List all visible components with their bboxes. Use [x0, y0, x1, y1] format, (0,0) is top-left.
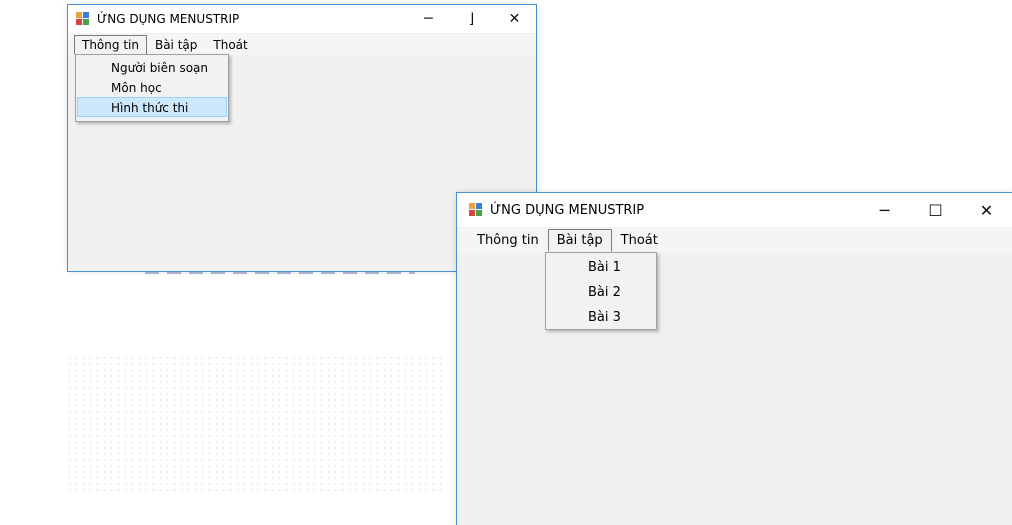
minimize-button[interactable]: ─: [407, 5, 450, 33]
title-bar[interactable]: ỨNG DỤNG MENUSTRIP ─ ☐ ✕: [457, 193, 1012, 227]
maximize-button[interactable]: ☐: [910, 193, 961, 227]
background-pattern: [66, 355, 446, 495]
close-button[interactable]: ✕: [961, 193, 1012, 227]
menu-item-bai-3[interactable]: Bài 3: [547, 305, 655, 330]
menu-item-bai-1[interactable]: Bài 1: [547, 255, 655, 280]
menu-strip: Thông tin Bài tập Thoát: [457, 228, 1012, 253]
app-icon: [76, 12, 90, 26]
bai-tap-dropdown: Bài 1 Bài 2 Bài 3: [545, 252, 657, 330]
menu-thoat[interactable]: Thoát: [205, 35, 255, 55]
menu-item-bai-2[interactable]: Bài 2: [547, 280, 655, 305]
menu-bai-tap[interactable]: Bài tập: [547, 229, 612, 252]
title-bar[interactable]: ỨNG DỤNG MENUSTRIP ─ ⌋ ✕: [68, 5, 536, 33]
window-title: ỨNG DỤNG MENUSTRIP: [490, 202, 645, 218]
close-button[interactable]: ✕: [493, 5, 536, 33]
menu-bai-tap[interactable]: Bài tập: [147, 35, 205, 55]
menu-item-mon-hoc[interactable]: Môn học: [77, 77, 227, 97]
form-window-2: ỨNG DỤNG MENUSTRIP ─ ☐ ✕ Thông tin Bài t…: [456, 192, 1012, 525]
menu-strip: Thông tin Bài tập Thoát: [68, 34, 536, 55]
thong-tin-dropdown: Người biên soạn Môn học Hình thức thi: [75, 54, 229, 122]
menu-thoat[interactable]: Thoát: [612, 229, 667, 252]
menu-item-hinh-thuc-thi[interactable]: Hình thức thi: [77, 97, 227, 117]
app-icon: [469, 203, 483, 217]
menu-thong-tin[interactable]: Thông tin: [468, 229, 548, 252]
minimize-button[interactable]: ─: [859, 193, 910, 227]
maximize-button[interactable]: ⌋: [450, 5, 493, 33]
menu-thong-tin[interactable]: Thông tin: [74, 34, 147, 55]
window-title: ỨNG DỤNG MENUSTRIP: [97, 12, 240, 26]
menu-item-nguoi-bien-soan[interactable]: Người biên soạn: [77, 57, 227, 77]
